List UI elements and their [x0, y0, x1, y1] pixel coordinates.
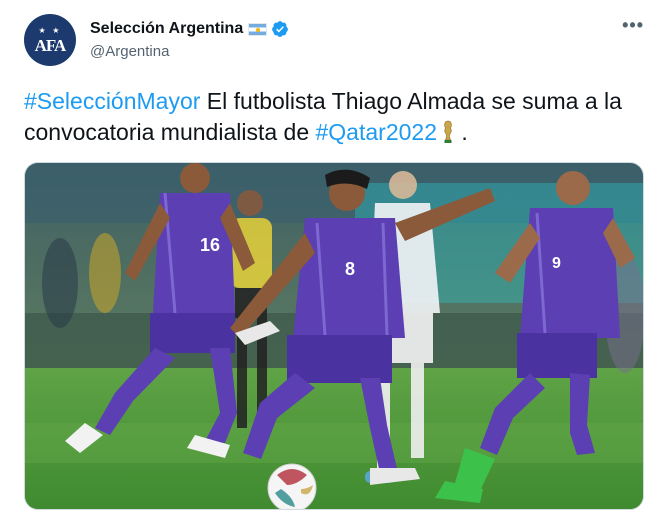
world-cup-trophy-icon — [444, 120, 452, 143]
avatar-crest: AFA — [34, 35, 67, 55]
tweet-end: . — [454, 119, 468, 145]
tweet-text: #SelecciónMayor El futbolista Thiago Alm… — [24, 86, 644, 148]
avatar-stars: ★ ★ — [38, 25, 62, 35]
argentina-flag-icon — [248, 22, 268, 36]
jersey-number-8: 8 — [345, 259, 355, 279]
account-handle[interactable]: @Argentina — [90, 43, 289, 60]
avatar[interactable]: ★ ★ AFA — [24, 14, 76, 66]
jersey-number-16: 16 — [200, 235, 220, 255]
hashtag-seleccion-mayor[interactable]: #SelecciónMayor — [24, 88, 200, 114]
display-name[interactable]: Selección Argentina — [90, 20, 243, 38]
football-photo-illustration: 16 9 8 — [25, 163, 643, 509]
tweet: ★ ★ AFA Selección Argentina @Argentina •… — [0, 0, 662, 521]
jersey-number-9: 9 — [552, 255, 561, 272]
tweet-photo[interactable]: 16 9 8 — [24, 162, 644, 510]
verified-badge-icon — [272, 21, 289, 37]
more-options-button[interactable]: ••• — [622, 16, 644, 34]
hashtag-qatar2022[interactable]: #Qatar2022 — [316, 119, 437, 145]
author-block: Selección Argentina @Argentina — [90, 18, 289, 60]
